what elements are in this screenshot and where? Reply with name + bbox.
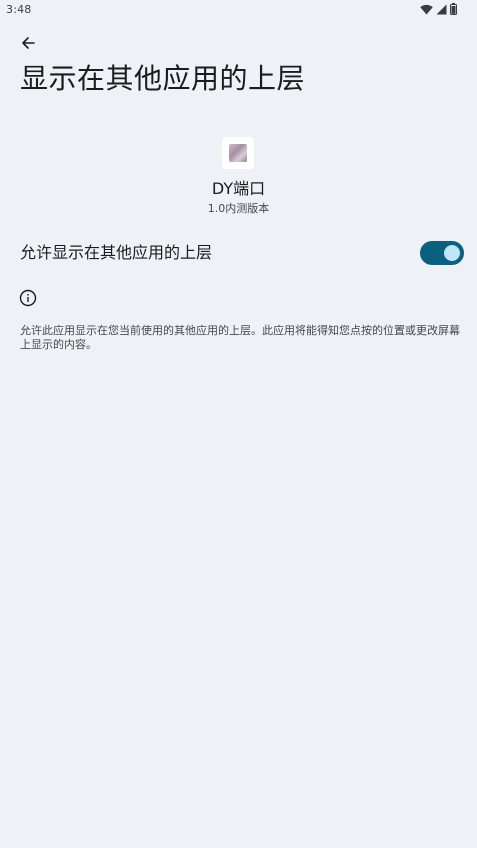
- arrow-back-icon: [20, 35, 36, 55]
- app-name: DY端口: [211, 179, 266, 198]
- status-icons: [420, 3, 457, 16]
- app-version: 1.0内测版本: [207, 202, 270, 215]
- wifi-icon: [420, 0, 433, 19]
- status-bar: 3:48: [0, 0, 477, 20]
- permission-toggle[interactable]: [420, 241, 464, 265]
- app-icon: [222, 137, 254, 169]
- status-time: 3:48: [6, 3, 32, 16]
- permission-label: 允许显示在其他应用的上层: [20, 243, 213, 262]
- app-icon-image: [229, 144, 247, 162]
- cellular-signal-icon: [436, 0, 447, 19]
- info-icon: [19, 289, 37, 307]
- back-button[interactable]: [16, 33, 40, 57]
- page-title: 显示在其他应用的上层: [20, 62, 306, 95]
- permission-row[interactable]: 允许显示在其他应用的上层: [0, 228, 477, 278]
- battery-icon: [450, 0, 457, 19]
- permission-description: 允许此应用显示在您当前使用的其他应用的上层。此应用将能得知您点按的位置或更改屏幕…: [20, 324, 460, 351]
- toggle-thumb: [444, 245, 460, 261]
